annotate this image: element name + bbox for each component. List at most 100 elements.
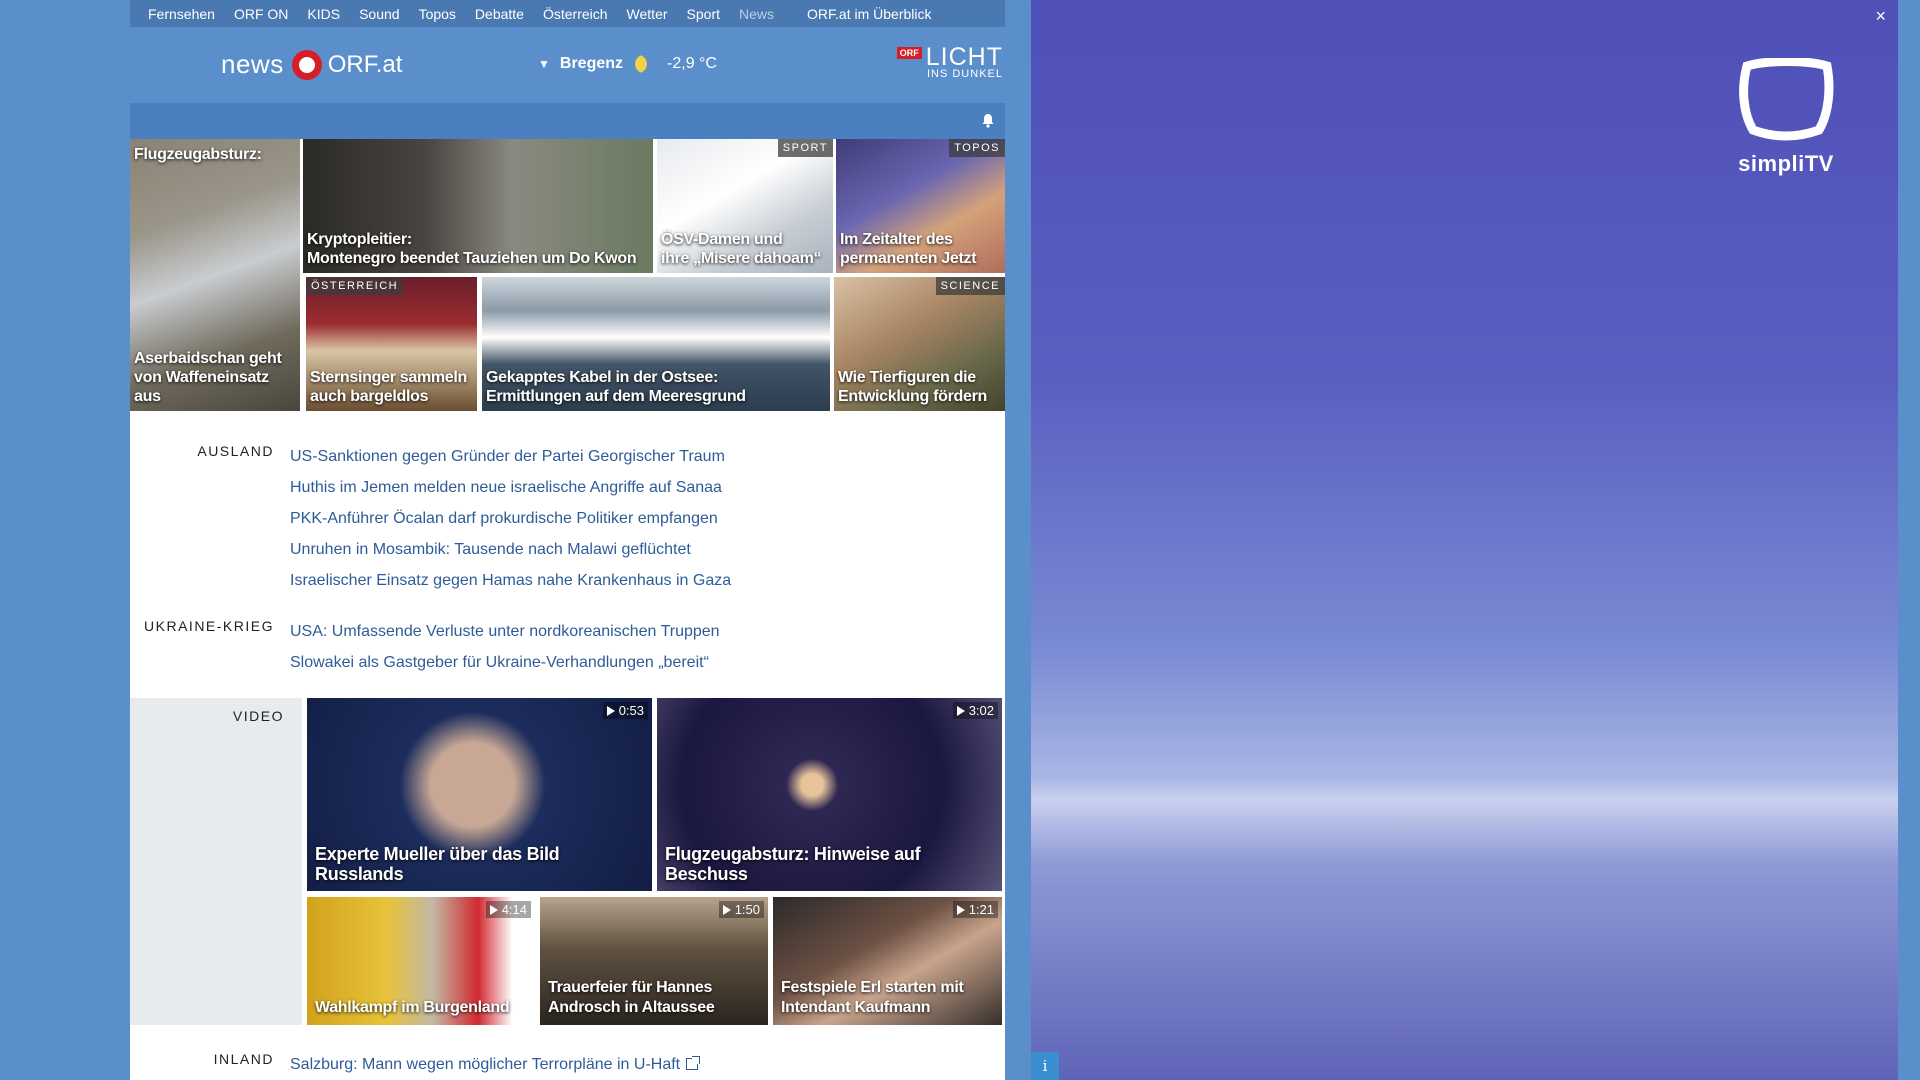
orf-browser-pane: Fernsehen ORF ON KIDS Sound Topos Debatt… xyxy=(0,0,1031,1080)
orf-badge: ORF xyxy=(896,47,922,59)
headline-link[interactable]: Slowakei als Gastgeber für Ukraine-Verha… xyxy=(290,647,720,678)
teaser-zeitalter-jetzt[interactable]: TOPOS Im Zeitalter des permanenten Jetzt xyxy=(836,139,1005,273)
video-duration: 1:50 xyxy=(718,901,764,918)
headline-list: US-Sanktionen gegen Gründer der Partei G… xyxy=(290,441,731,596)
teaser-caption: Wie Tierfiguren die Entwicklung fördern xyxy=(838,368,987,406)
play-icon xyxy=(722,904,731,915)
category-tag: TOPOS xyxy=(949,139,1005,157)
headline-link[interactable]: PKK-Anführer Öcalan darf prokurdische Po… xyxy=(290,503,731,534)
orf-top-navigation: Fernsehen ORF ON KIDS Sound Topos Debatt… xyxy=(130,0,1005,27)
play-icon xyxy=(956,705,965,716)
main-content: Flugzeugabsturz: Aserbaidschan geht von … xyxy=(130,139,1005,1080)
teaser-caption-line: Kryptopleitier: xyxy=(307,231,412,248)
teaser-caption-line: ihre „Misere dahoam“ xyxy=(661,250,822,267)
teaser-caption-line: Wie Tierfiguren die xyxy=(838,369,976,386)
teaser-oesv-damen[interactable]: SPORT ÖSV-Damen und ihre „Misere dahoam“ xyxy=(657,139,833,273)
bell-icon[interactable] xyxy=(981,113,995,128)
external-link-icon xyxy=(686,1056,701,1070)
headline-link[interactable]: Unruhen in Mosambik: Tausende nach Malaw… xyxy=(290,534,731,565)
info-icon[interactable]: i xyxy=(1031,1052,1059,1080)
teaser-caption: Im Zeitalter des permanenten Jetzt xyxy=(840,230,977,268)
video-tile-burgenland[interactable]: 4:14 Wahlkampf im Burgenland xyxy=(307,897,535,1025)
news-orf-logo[interactable]: news ORF.at xyxy=(221,49,402,80)
nav-sport[interactable]: Sport xyxy=(687,6,720,22)
video-caption: Festspiele Erl starten mit Intendant Kau… xyxy=(781,978,964,1018)
teaser-caption-line: ÖSV-Damen und xyxy=(661,231,783,248)
licht-text: LICHT xyxy=(925,43,1003,71)
weather-widget[interactable]: ▼ Bregenz -2,9 °C xyxy=(538,55,717,73)
section-ukraine-krieg: UKRAINE-KRIEG USA: Umfassende Verluste u… xyxy=(130,596,1005,698)
nav-orf-on[interactable]: ORF ON xyxy=(234,6,288,22)
teaser-flugzeugabsturz[interactable]: Flugzeugabsturz: Aserbaidschan geht von … xyxy=(130,139,300,411)
video-duration: 4:14 xyxy=(485,901,531,918)
tv-screen-icon xyxy=(1739,57,1834,141)
play-icon xyxy=(489,904,498,915)
weather-city: Bregenz xyxy=(559,55,624,72)
teaser-caption-line: Sternsinger sammeln xyxy=(310,369,468,386)
section-video: VIDEO 0:53 Experte Mueller über das Bild… xyxy=(130,698,1005,1025)
section-ausland: AUSLAND US-Sanktionen gegen Gründer der … xyxy=(130,411,1005,596)
teaser-ostsee-kabel[interactable]: Gekapptes Kabel in der Ostsee: Ermittlun… xyxy=(482,277,830,411)
teaser-caption-line: Entwicklung fördern xyxy=(838,388,987,405)
headline-link[interactable]: Huthis im Jemen melden neue israelische … xyxy=(290,472,731,503)
duration-text: 1:21 xyxy=(968,902,994,917)
nav-topos[interactable]: Topos xyxy=(419,6,456,22)
dropdown-triangle-icon: ▼ xyxy=(538,57,550,71)
teaser-caption: Gekapptes Kabel in der Ostsee: Ermittlun… xyxy=(486,368,746,406)
teaser-sternsinger[interactable]: ÖSTERREICH Sternsinger sammeln auch barg… xyxy=(306,277,477,411)
teaser-caption-line: Montenegro beendet Tauziehen um Do Kwon xyxy=(307,250,637,267)
right-edge-strip xyxy=(1898,0,1920,1080)
video-tile-festspiele-erl[interactable]: 1:21 Festspiele Erl starten mit Intendan… xyxy=(773,897,1002,1025)
nav-sound[interactable]: Sound xyxy=(359,6,399,22)
section-label: AUSLAND xyxy=(197,443,274,459)
nav-kids[interactable]: KIDS xyxy=(307,6,340,22)
headline-link[interactable]: US-Sanktionen gegen Gründer der Partei G… xyxy=(290,441,731,472)
headline-text: Salzburg: Mann wegen möglicher Terrorplä… xyxy=(290,1056,681,1073)
orf-news-page: Fernsehen ORF ON KIDS Sound Topos Debatt… xyxy=(130,0,1005,1080)
video-tile-flugzeugabsturz[interactable]: 3:02 Flugzeugabsturz: Hinweise auf Besch… xyxy=(657,698,1002,891)
headline-list: Salzburg: Mann wegen möglicher Terrorplä… xyxy=(290,1049,701,1080)
teaser-caption-line: Gekapptes Kabel in der Ostsee: xyxy=(486,369,718,386)
nav-debatte[interactable]: Debatte xyxy=(475,6,524,22)
video-tile-mueller[interactable]: 0:53 Experte Mueller über das Bild Russl… xyxy=(307,698,652,891)
close-icon[interactable]: × xyxy=(1875,6,1886,27)
logo-orf-text: ORF.at xyxy=(327,50,403,78)
headline-link[interactable]: Israelischer Einsatz gegen Hamas nahe Kr… xyxy=(290,565,731,596)
section-label: UKRAINE-KRIEG xyxy=(144,618,274,634)
duration-text: 1:50 xyxy=(734,902,760,917)
nav-news-current[interactable]: News xyxy=(739,6,774,22)
teaser-caption-line: Ermittlungen auf dem Meeresgrund xyxy=(486,388,746,405)
teaser-tierfiguren[interactable]: SCIENCE Wie Tierfiguren die Entwicklung … xyxy=(834,277,1005,411)
licht-ins-dunkel-logo[interactable]: ORF LICHT INS DUNKEL xyxy=(896,43,1003,80)
nav-fernsehen[interactable]: Fernsehen xyxy=(148,6,215,22)
teaser-caption-line: permanenten Jetzt xyxy=(840,250,977,267)
duration-text: 0:53 xyxy=(618,703,644,718)
category-tag: SPORT xyxy=(777,139,833,157)
teaser-kryptopleitier[interactable]: Kryptopleitier: Montenegro beendet Tauzi… xyxy=(303,139,653,273)
teaser-caption-line: Im Zeitalter des xyxy=(840,231,953,248)
orf-ring-icon xyxy=(291,49,322,80)
teaser-caption-line: auch bargeldlos xyxy=(310,388,429,405)
teaser-top-caption: Flugzeugabsturz: xyxy=(134,146,262,163)
nav-wetter[interactable]: Wetter xyxy=(627,6,668,22)
teaser-caption: Kryptopleitier: Montenegro beendet Tauzi… xyxy=(307,230,637,268)
nav-overview-link[interactable]: ORF.at im Überblick xyxy=(807,6,931,22)
teaser-caption: Aserbaidschan geht von Waffeneinsatz aus xyxy=(134,350,282,405)
teaser-caption: ÖSV-Damen und ihre „Misere dahoam“ xyxy=(661,230,822,268)
headline-link[interactable]: USA: Umfassende Verluste unter nordkorea… xyxy=(290,616,720,647)
headline-link[interactable]: Salzburg: Mann wegen möglicher Terrorplä… xyxy=(290,1049,701,1080)
nav-oesterreich[interactable]: Österreich xyxy=(543,6,608,22)
simplitv-pane: × simpliTV i xyxy=(1031,0,1900,1080)
video-grid: 0:53 Experte Mueller über das Bild Russl… xyxy=(302,698,1005,1025)
video-duration: 1:21 xyxy=(952,901,998,918)
video-caption: Flugzeugabsturz: Hinweise auf Beschuss xyxy=(665,844,921,884)
category-tag: SCIENCE xyxy=(935,277,1005,295)
play-icon xyxy=(956,904,965,915)
weather-temperature: -2,9 °C xyxy=(667,55,717,72)
moon-icon xyxy=(635,55,654,73)
video-tile-androsch[interactable]: 1:50 Trauerfeier für Hannes Androsch in … xyxy=(540,897,768,1025)
video-caption: Trauerfeier für Hannes Androsch in Altau… xyxy=(548,978,715,1018)
simplitv-brand-text: simpliTV xyxy=(1738,151,1834,176)
top-teaser-grid: Flugzeugabsturz: Aserbaidschan geht von … xyxy=(130,139,1005,411)
notification-bar xyxy=(130,103,1005,139)
